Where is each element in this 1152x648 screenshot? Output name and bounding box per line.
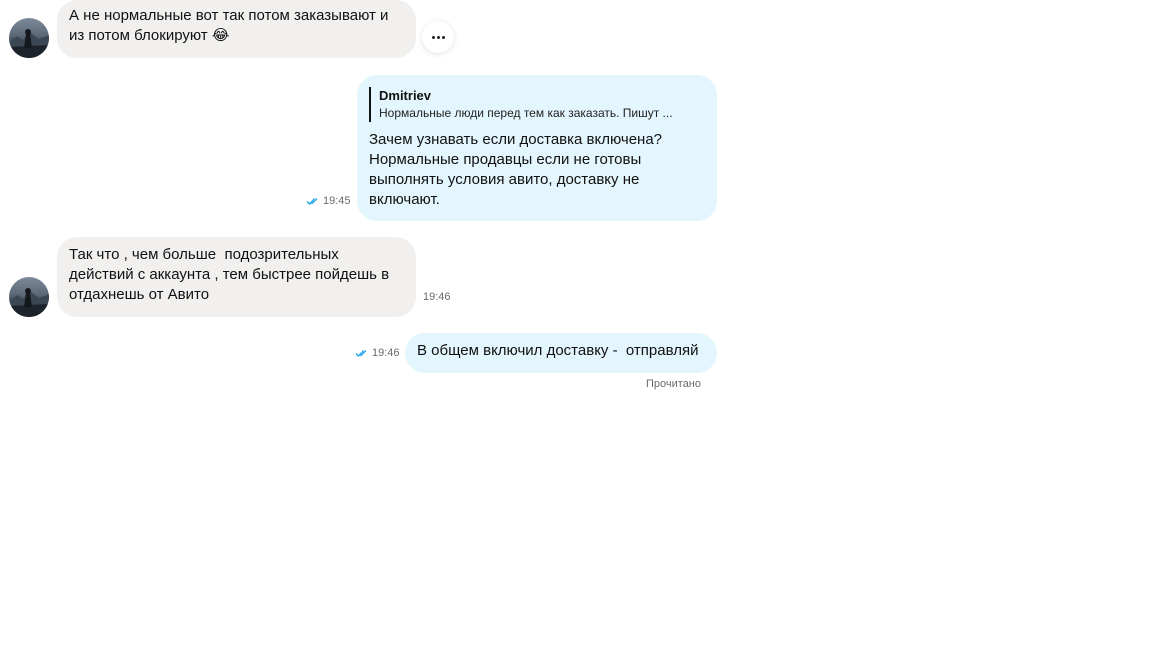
time-label: 19:46 [423,291,451,303]
message-text: Зачем узнавать если доставка включена? Н… [369,131,663,208]
message-text: А не нормальные вот так потом заказывают… [69,7,389,44]
double-check-icon [306,197,318,205]
avatar-image [9,29,49,58]
message-text: В общем включил доставку - отправляй [417,342,699,359]
more-dots-icon [431,35,435,39]
read-status: Прочитано [646,378,701,390]
chat-thread: А не нормальные вот так потом заказывают… [0,0,1152,648]
reply-author: Dmitriev [379,88,432,103]
avatar[interactable] [9,18,49,58]
message-bubble-outgoing[interactable]: В общем включил доставку - отправляй [405,333,717,373]
message-bubble-incoming[interactable]: Так что , чем больше подозрительных дейс… [57,237,416,317]
message-bubble-outgoing[interactable]: Dmitriev Нормальные люди перед тем как з… [357,75,717,221]
time-label: 19:45 [323,195,351,207]
message-time: 19:46 [355,346,400,360]
reply-text: Нормальные люди перед тем как заказать. … [379,106,673,120]
message-time: 19:46 [423,290,451,304]
message-time: 19:45 [306,194,351,208]
message-text: Так что , чем больше подозрительных дейс… [69,246,390,303]
avatar[interactable] [9,277,49,317]
avatar-image [9,288,49,317]
double-check-icon [355,349,367,357]
message-bubble-incoming[interactable]: А не нормальные вот так потом заказывают… [57,0,416,58]
time-label: 19:46 [372,347,400,359]
more-options-button[interactable] [422,21,454,53]
reply-quote[interactable]: Dmitriev Нормальные люди перед тем как з… [369,87,705,122]
